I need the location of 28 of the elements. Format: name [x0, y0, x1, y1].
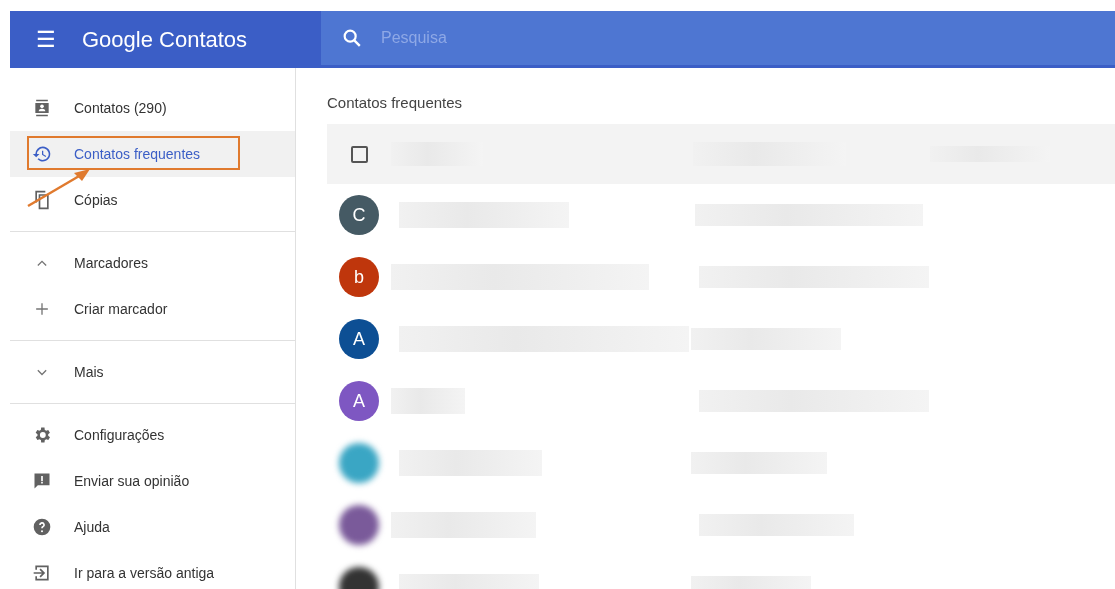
sidebar-item[interactable]: Marcadores [10, 240, 295, 286]
sidebar-item[interactable]: Ir para a versão antiga [10, 550, 295, 589]
photo-placeholder [339, 443, 379, 483]
exit-to-icon [32, 563, 52, 583]
sidebar-item[interactable]: Cópias [10, 177, 295, 223]
history-icon [32, 144, 52, 164]
contact-avatar: C [339, 195, 379, 235]
sidebar-item[interactable]: Contatos frequentes [10, 131, 295, 177]
feedback-icon [32, 471, 52, 491]
sidebar-item[interactable]: Enviar sua opinião [10, 458, 295, 504]
contact-avatar: b [339, 257, 379, 297]
select-all-checkbox[interactable] [350, 145, 368, 163]
sidebar-item[interactable]: Configurações [10, 412, 295, 458]
copy-icon [32, 190, 52, 210]
sidebar-item[interactable]: Contatos (290) [10, 85, 295, 131]
section-heading: Contatos frequentes [327, 94, 464, 111]
menu-button[interactable]: ☰ [36, 28, 56, 51]
search-field[interactable]: Pesquisa [379, 28, 683, 48]
sidebar-item[interactable]: Mais [10, 349, 295, 395]
contact-avatar: A [339, 319, 379, 359]
contact-card-icon [32, 98, 52, 118]
photo-placeholder [339, 505, 379, 545]
contact-avatar: A [339, 381, 379, 421]
sidebar-item[interactable]: Criar marcador [10, 286, 295, 332]
search-icon [341, 27, 363, 49]
help-icon [32, 517, 52, 537]
app-title: Google Contatos [82, 26, 248, 53]
sidebar-item[interactable]: Ajuda [10, 504, 295, 550]
